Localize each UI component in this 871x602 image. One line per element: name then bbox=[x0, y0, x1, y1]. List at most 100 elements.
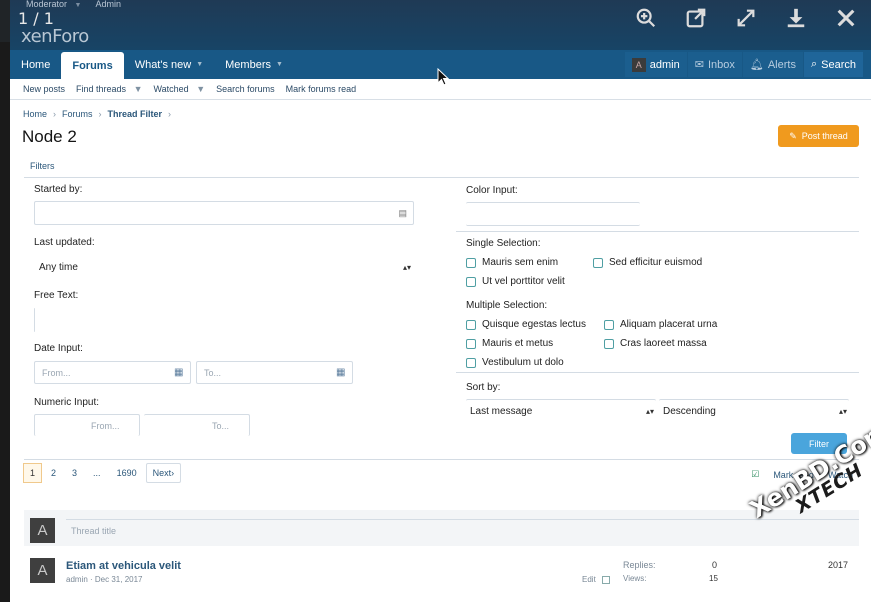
divider bbox=[456, 231, 859, 232]
subnav-new-posts[interactable]: New posts bbox=[23, 84, 65, 94]
multi-option-label: Mauris et metus bbox=[482, 338, 554, 349]
numeric-from-input[interactable]: From... bbox=[34, 414, 140, 436]
subnav-watched[interactable]: Watched ▼ bbox=[154, 84, 206, 94]
multi-option-checkbox[interactable] bbox=[466, 358, 476, 368]
page-body: Home › Forums › Thread Filter › Node 2 ✎ Po… bbox=[10, 100, 871, 602]
nav-tab-forums[interactable]: Forums bbox=[61, 52, 124, 79]
bell-icon: 🔔︎ bbox=[749, 59, 764, 71]
avatar: A bbox=[30, 518, 55, 543]
open-external-icon[interactable] bbox=[671, 4, 721, 32]
single-option-checkbox[interactable] bbox=[593, 258, 603, 268]
mark-read-link[interactable]: Mark read bbox=[773, 470, 814, 480]
date-to-input[interactable]: To... ▦ bbox=[196, 361, 353, 384]
thread-edit[interactable]: Edit bbox=[582, 575, 611, 584]
last-post-date[interactable]: 2017 bbox=[828, 560, 848, 570]
thread-row bbox=[24, 546, 859, 602]
search-icon: ⌕ bbox=[810, 58, 818, 70]
multiple-selection-label: Multiple Selection: bbox=[466, 300, 548, 311]
subnav-mark-forums-read[interactable]: Mark forums read bbox=[286, 84, 357, 94]
numeric-to-input[interactable]: To... bbox=[144, 414, 250, 436]
next-page-button[interactable]: Next › bbox=[145, 463, 182, 483]
tab-filters[interactable]: Filters bbox=[30, 161, 55, 171]
select-arrows-icon: ▴▾ bbox=[402, 263, 411, 272]
staff-bar: Moderator ▼ Admin bbox=[26, 0, 121, 9]
close-icon[interactable] bbox=[821, 4, 871, 32]
free-text-label: Free Text: bbox=[34, 290, 79, 301]
started-by-input[interactable]: ▤ bbox=[34, 201, 414, 225]
search-button[interactable]: ⌕ Search bbox=[803, 52, 863, 77]
pagination: 1 2 3 ... 1690 Next › bbox=[23, 463, 182, 483]
alerts-link[interactable]: 🔔︎ Alerts bbox=[742, 52, 803, 77]
mouse-cursor-icon bbox=[437, 68, 449, 86]
list-actions: ☑ Mark read Watch bbox=[751, 469, 853, 480]
numeric-input-label: Numeric Input: bbox=[34, 397, 100, 408]
viewer-tools bbox=[621, 4, 871, 32]
thread-title[interactable]: Etiam at vehicula velit bbox=[66, 560, 181, 572]
zoom-in-icon[interactable] bbox=[621, 4, 671, 32]
multi-option-label: Vestibulum ut dolo bbox=[482, 357, 564, 368]
multi-option-checkbox[interactable] bbox=[466, 339, 476, 349]
select-checkbox[interactable] bbox=[602, 575, 611, 584]
divider bbox=[24, 459, 859, 460]
staff-link-admin[interactable]: Admin bbox=[95, 0, 121, 9]
thread-title-input[interactable]: Thread title bbox=[66, 519, 859, 543]
image-counter: 1 / 1 bbox=[18, 9, 54, 28]
single-selection-label: Single Selection: bbox=[466, 238, 541, 249]
multi-option-label: Cras laoreet massa bbox=[620, 338, 707, 349]
color-input[interactable] bbox=[466, 202, 640, 226]
nav-tab-whats-new[interactable]: What's new ▼ bbox=[124, 50, 214, 79]
free-text-input[interactable] bbox=[34, 308, 36, 332]
user-card-icon: ▤ bbox=[398, 208, 407, 218]
pencil-square-icon: ✎ bbox=[789, 130, 797, 141]
breadcrumb-thread-filter[interactable]: Thread Filter bbox=[108, 109, 163, 119]
inbox-link[interactable]: ✉ Inbox bbox=[687, 52, 742, 77]
replies-count: 0 bbox=[712, 560, 718, 570]
page-title: Node 2 bbox=[22, 127, 77, 146]
calendar-icon: ▦ bbox=[174, 367, 184, 378]
multi-option-checkbox[interactable] bbox=[466, 320, 476, 330]
date-from-input[interactable]: From... ▦ bbox=[34, 361, 191, 384]
views-label: Views: bbox=[623, 574, 647, 583]
post-thread-button[interactable]: ✎ Post thread bbox=[778, 125, 859, 147]
staff-link-moderator[interactable]: Moderator ▼ bbox=[26, 0, 81, 9]
calendar-icon: ▦ bbox=[336, 367, 346, 378]
nav-tab-home[interactable]: Home bbox=[10, 50, 61, 79]
multi-option-label: Quisque egestas lectus bbox=[482, 319, 586, 330]
last-updated-select[interactable]: Any time ▴▾ bbox=[34, 255, 414, 279]
breadcrumb-home[interactable]: Home bbox=[23, 109, 47, 119]
thread-meta: admin · Dec 31, 2017 bbox=[66, 575, 143, 584]
single-option-checkbox[interactable] bbox=[466, 258, 476, 268]
user-name: admin bbox=[649, 58, 680, 71]
filter-button[interactable]: Filter bbox=[791, 433, 847, 454]
single-option-label: Mauris sem enim bbox=[482, 257, 559, 268]
page-link[interactable]: 1690 bbox=[110, 463, 144, 483]
subnav-search-forums[interactable]: Search forums bbox=[216, 84, 275, 94]
select-arrows-icon: ▴▾ bbox=[838, 407, 847, 416]
subnav-find-threads[interactable]: Find threads ▼ bbox=[76, 84, 142, 94]
page-link[interactable]: 2 bbox=[44, 463, 63, 483]
single-option-checkbox[interactable] bbox=[466, 277, 476, 287]
avatar[interactable]: A bbox=[30, 558, 55, 583]
breadcrumb-forums[interactable]: Forums bbox=[62, 109, 93, 119]
avatar: A bbox=[631, 57, 646, 72]
multi-option-checkbox[interactable] bbox=[604, 339, 614, 349]
user-menu[interactable]: A admin bbox=[624, 52, 687, 77]
fullscreen-icon[interactable] bbox=[721, 4, 771, 32]
last-updated-label: Last updated: bbox=[34, 237, 95, 248]
nav-tab-members[interactable]: Members ▼ bbox=[214, 50, 294, 79]
sort-field-select[interactable]: Last message ▴▾ bbox=[466, 399, 656, 423]
single-option-label: Ut vel porttitor velit bbox=[482, 276, 565, 287]
page-ellipsis[interactable]: ... bbox=[86, 463, 108, 483]
page-link[interactable]: 1 bbox=[23, 463, 43, 483]
views-count: 15 bbox=[709, 574, 718, 583]
xenforo-logo[interactable]: xenForo bbox=[21, 26, 89, 47]
started-by-label: Started by: bbox=[34, 184, 83, 195]
download-icon[interactable] bbox=[771, 4, 821, 32]
multi-option-checkbox[interactable] bbox=[604, 320, 614, 330]
checkbox-icon[interactable]: ☑ bbox=[751, 469, 759, 480]
multi-option-label: Aliquam placerat urna bbox=[620, 319, 718, 330]
watch-link[interactable]: Watch bbox=[828, 470, 853, 480]
sort-direction-select[interactable]: Descending ▴▾ bbox=[659, 399, 849, 423]
chevron-down-icon: ▼ bbox=[196, 61, 204, 68]
page-link[interactable]: 3 bbox=[65, 463, 84, 483]
